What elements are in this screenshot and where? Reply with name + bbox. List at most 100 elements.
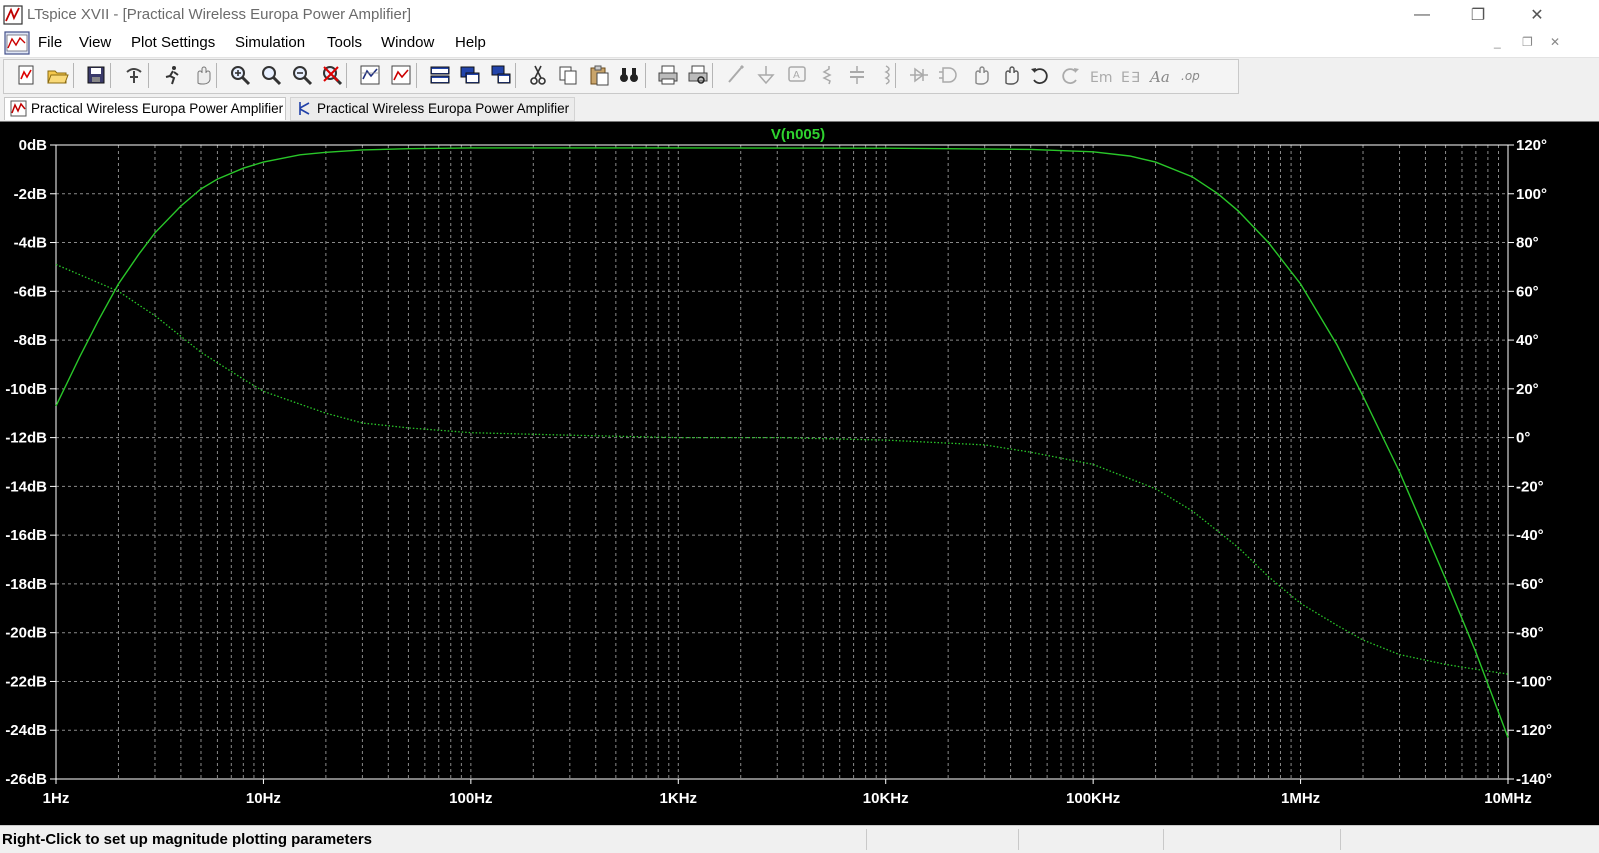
y-axis-tick-label[interactable]: -20dB [5, 625, 47, 642]
cascade-button[interactable] [489, 63, 513, 87]
component-button[interactable] [937, 63, 961, 87]
zoom-cancel-button[interactable] [320, 63, 344, 87]
tile-vertical-button[interactable] [458, 63, 482, 87]
y-axis-tick-label[interactable]: -2dB [14, 186, 48, 203]
bode-plot[interactable]: 0dB -2dB -4dB -6dB -8dB -10dB -12dB -14dB -16dB -… [0, 122, 1599, 826]
drag-button[interactable] [998, 63, 1022, 87]
cut-button[interactable] [526, 63, 550, 87]
menu-view[interactable]: View [79, 34, 111, 51]
mirror-button[interactable]: E ∃ [1119, 63, 1143, 87]
new-schematic-button[interactable] [14, 63, 38, 87]
y2-axis-tick-label[interactable]: 0° [1516, 430, 1530, 447]
autorange-button[interactable] [358, 63, 382, 87]
restore-button[interactable]: ❐ [1455, 0, 1501, 30]
zoom-out-button[interactable] [290, 63, 314, 87]
tile-horizontal-button[interactable] [428, 63, 452, 87]
y-axis-tick-label[interactable]: 0dB [19, 137, 48, 154]
x-axis-tick-label[interactable]: 100Hz [449, 790, 492, 807]
y-axis-tick-label[interactable]: -22dB [5, 673, 47, 690]
menu-simulation[interactable]: Simulation [235, 34, 305, 51]
menu-help[interactable]: Help [455, 34, 486, 51]
move-button[interactable] [968, 63, 992, 87]
y2-axis-tick-label[interactable]: 100° [1516, 186, 1547, 203]
capacitor-button[interactable] [845, 63, 869, 87]
wire-button[interactable] [724, 63, 748, 87]
fit-view-button[interactable] [389, 63, 413, 87]
y-axis-tick-label[interactable]: -24dB [5, 722, 47, 739]
y2-axis-tick-label[interactable]: -100° [1516, 673, 1552, 690]
tab-waveform[interactable]: Practical Wireless Europa Power Amplifie… [4, 97, 286, 120]
mdi-close-button[interactable]: ✕ [1550, 35, 1560, 49]
y-axis-tick-label[interactable]: -26dB [5, 771, 47, 788]
waveform-plot-pane[interactable]: 0dB -2dB -4dB -6dB -8dB -10dB -12dB -14dB -16dB -… [0, 121, 1599, 826]
diode-button[interactable] [907, 63, 931, 87]
x-axis-tick-label[interactable]: 1Hz [43, 790, 70, 807]
x-axis-tick-label[interactable]: 10MHz [1484, 790, 1532, 807]
text-button[interactable]: Aa [1149, 63, 1173, 87]
halt-button[interactable] [190, 63, 214, 87]
y-axis-tick-label[interactable]: -8dB [14, 332, 48, 349]
mdi-minimize-button[interactable]: _ [1494, 35, 1501, 49]
y2-axis-tick-label[interactable]: -140° [1516, 771, 1552, 788]
find-button[interactable] [617, 63, 641, 87]
toolbar-separator [73, 63, 74, 88]
mdi-restore-button[interactable]: ❐ [1522, 35, 1533, 49]
copy-button[interactable] [556, 63, 580, 87]
x-axis-tick-label[interactable]: 1KHz [660, 790, 698, 807]
toolbar-separator [712, 63, 713, 88]
x-axis-tick-label[interactable]: 1MHz [1281, 790, 1320, 807]
print-preview-button[interactable] [686, 63, 710, 87]
y-axis-tick-label[interactable]: -10dB [5, 381, 47, 398]
tab-schematic[interactable]: Practical Wireless Europa Power Amplifie… [290, 97, 575, 121]
label-net-button[interactable]: A [785, 63, 809, 87]
waveform-window-icon[interactable] [3, 30, 31, 56]
zoom-area-button[interactable] [259, 63, 283, 87]
print-button[interactable] [656, 63, 680, 87]
redo-icon [1062, 68, 1079, 84]
undo-button[interactable] [1028, 63, 1052, 87]
save-button[interactable] [84, 63, 108, 87]
y2-axis-tick-label[interactable]: 80° [1516, 235, 1539, 252]
y2-axis-tick-label[interactable]: -120° [1516, 722, 1552, 739]
trace-label[interactable]: V(n005) [771, 126, 825, 143]
phase-trace[interactable] [55, 263, 1509, 675]
paste-button[interactable] [587, 63, 611, 87]
y-axis-tick-label[interactable]: -4dB [14, 235, 48, 252]
redo-button[interactable] [1058, 63, 1082, 87]
spice-directive-icon: .op [1181, 69, 1200, 83]
magnitude-trace[interactable] [55, 147, 1509, 738]
run-button[interactable] [160, 63, 184, 87]
y-axis-tick-label[interactable]: -14dB [5, 478, 47, 495]
spice-directive-button[interactable]: .op [1180, 63, 1204, 87]
x-axis-tick-label[interactable]: 10KHz [863, 790, 909, 807]
close-button[interactable]: ✕ [1514, 0, 1560, 30]
y2-axis-tick-label[interactable]: -80° [1516, 625, 1544, 642]
resistor-icon [822, 66, 832, 85]
y-axis-tick-label[interactable]: -12dB [5, 430, 47, 447]
minimize-button[interactable]: — [1399, 0, 1445, 30]
open-button[interactable] [45, 63, 69, 87]
wire-icon [728, 64, 745, 83]
inductor-button[interactable] [876, 63, 900, 87]
y2-axis-tick-label[interactable]: 60° [1516, 283, 1539, 300]
menu-plot-settings[interactable]: Plot Settings [131, 34, 215, 51]
y2-axis-tick-label[interactable]: -60° [1516, 576, 1544, 593]
y-axis-tick-label[interactable]: -6dB [14, 283, 48, 300]
y2-axis-tick-label[interactable]: 20° [1516, 381, 1539, 398]
menu-tools[interactable]: Tools [327, 34, 362, 51]
y2-axis-tick-label[interactable]: 40° [1516, 332, 1539, 349]
y2-axis-tick-label[interactable]: -20° [1516, 478, 1544, 495]
y-axis-tick-label[interactable]: -16dB [5, 527, 47, 544]
y2-axis-tick-label[interactable]: 120° [1516, 137, 1547, 154]
y-axis-tick-label[interactable]: -18dB [5, 576, 47, 593]
resistor-button[interactable] [815, 63, 839, 87]
menu-file[interactable]: File [38, 34, 62, 51]
y2-axis-tick-label[interactable]: -40° [1516, 527, 1544, 544]
ground-button[interactable] [754, 63, 778, 87]
x-axis-tick-label[interactable]: 100KHz [1066, 790, 1120, 807]
rotate-button[interactable]: Em [1089, 63, 1113, 87]
control-panel-button[interactable] [122, 63, 146, 87]
zoom-in-button[interactable] [228, 63, 252, 87]
x-axis-tick-label[interactable]: 10Hz [246, 790, 281, 807]
menu-window[interactable]: Window [381, 34, 434, 51]
